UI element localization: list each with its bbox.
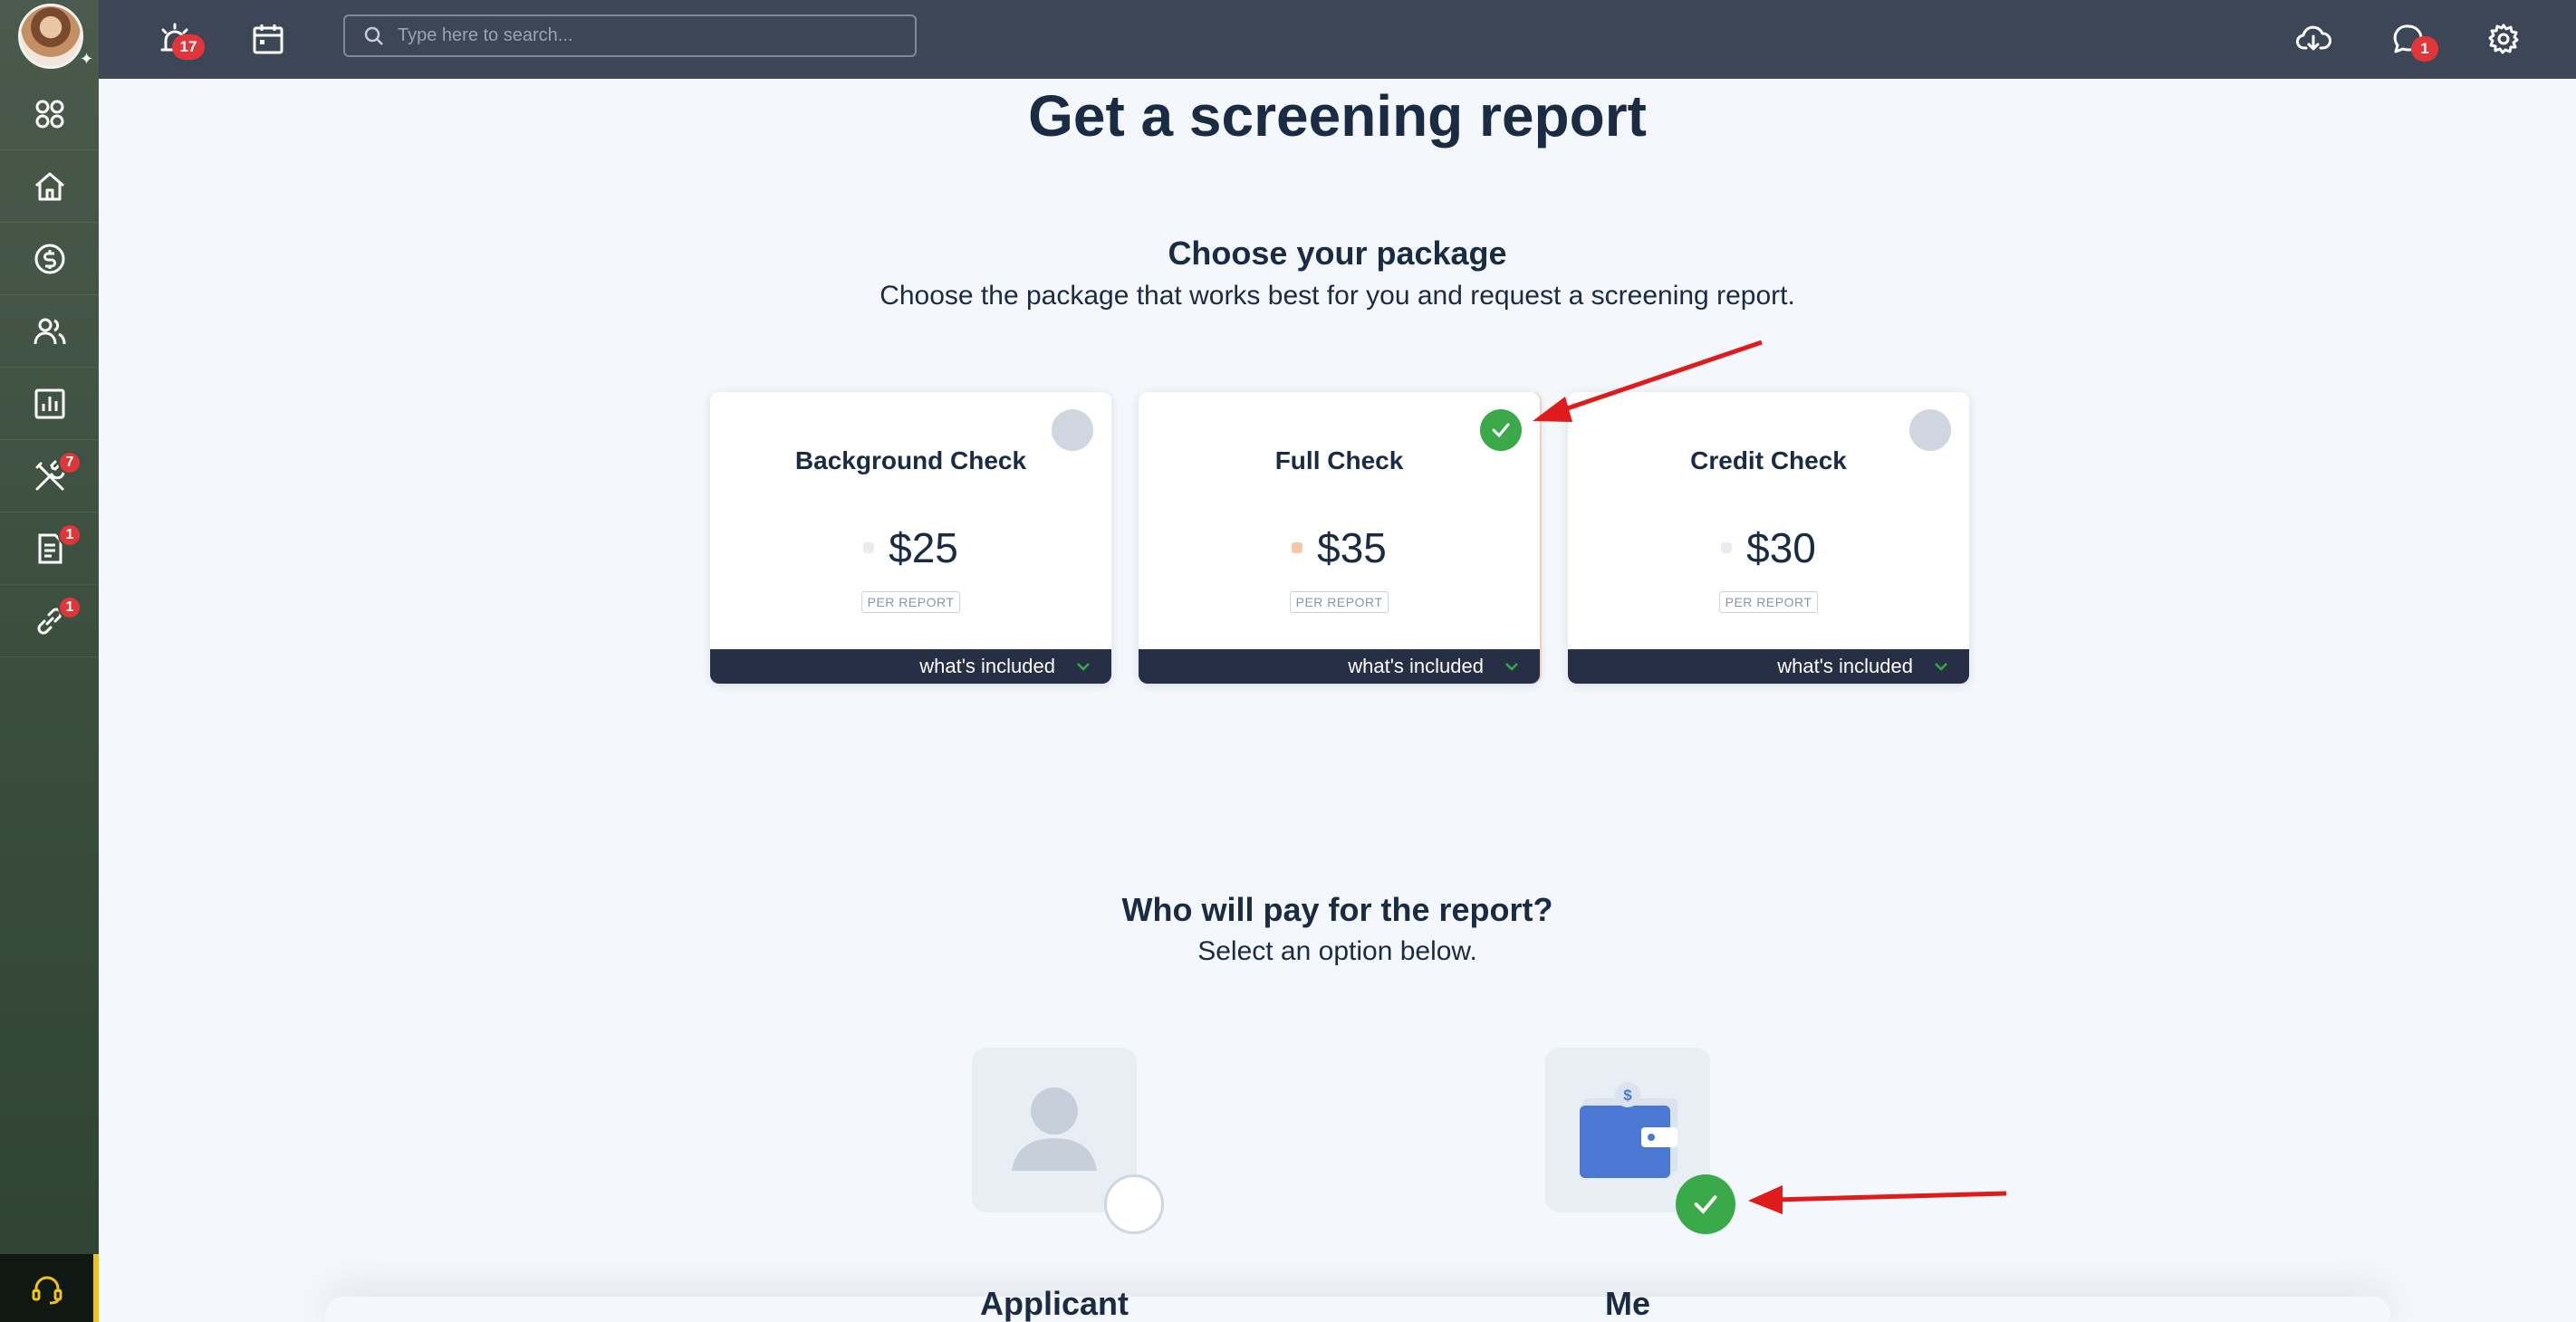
per-report-label: PER REPORT [1718,591,1819,613]
page-title: Get a screening report [1028,83,1647,148]
calendar-icon [253,24,284,54]
sidebar-item-home[interactable] [0,150,99,223]
links-badge: 1 [58,596,82,619]
package-card-credit[interactable]: Credit Check $30 PER REPORT what's inclu… [1568,392,1969,684]
main-content: Get a screening report Choose your packa… [99,79,2576,1322]
sidebar-item-links[interactable]: 1 [0,585,99,657]
payer-radio-applicant[interactable] [1104,1174,1164,1234]
whats-included-toggle[interactable]: what's included [1568,649,1969,684]
per-report-label: PER REPORT [1289,591,1389,613]
apps-grid-icon [35,100,63,128]
search-icon [364,26,383,45]
cloud-download-icon [2296,25,2331,51]
package-section-title: Choose your package [1168,235,1507,272]
download-button[interactable] [2291,16,2336,62]
check-icon [1694,1195,1717,1214]
dollar-circle-icon [34,244,64,273]
user-avatar[interactable] [18,4,83,69]
package-radio-full[interactable] [1480,409,1522,451]
chevron-down-icon [1077,663,1090,671]
people-icon [34,318,65,344]
bottom-panel-edge [325,1297,2390,1322]
messages-button[interactable]: 1 [2386,16,2438,62]
support-button[interactable] [0,1254,99,1322]
documents-badge: 1 [58,523,82,547]
search-input[interactable] [398,25,887,46]
sidebar-item-people[interactable] [0,295,99,368]
topbar: 17 1 [99,0,2576,79]
chevron-down-icon [1505,663,1518,671]
whats-included-toggle[interactable]: what's included [710,649,1111,684]
svg-text:$: $ [1623,1087,1632,1104]
package-title: Background Check [794,446,1027,474]
bar-chart-icon [34,388,64,418]
check-icon [1492,423,1510,438]
gear-icon [2488,24,2519,54]
messages-badge: 1 [2411,36,2438,62]
package-title: Credit Check [1690,446,1847,474]
alerts-badge: 17 [172,34,205,60]
package-price: $30 [1568,523,1969,572]
alerts-button[interactable]: 17 [152,16,205,62]
home-icon [34,172,64,200]
whats-included-toggle[interactable]: what's included [1139,649,1540,684]
package-radio-credit[interactable] [1909,409,1951,451]
search-box[interactable] [343,14,917,57]
package-card-full[interactable]: Full Check $35 PER REPORT what's include… [1139,392,1540,684]
per-report-label: PER REPORT [860,591,961,613]
sidebar-item-apps[interactable] [0,78,99,150]
pin-icon: ✦ [80,50,94,68]
package-section-subtitle: Choose the package that works best for y… [879,281,1795,311]
package-price: $25 [710,523,1111,572]
package-title: Full Check [1274,446,1404,474]
package-radio-background[interactable] [1052,409,1093,451]
sidebar-item-maintenance[interactable]: 7 [0,440,99,513]
payer-section-subtitle: Select an option below. [1197,936,1477,966]
chevron-down-icon [1935,663,1947,671]
sidebar-item-documents[interactable]: 1 [0,513,99,585]
sidebar-item-reports[interactable] [0,368,99,440]
calendar-button[interactable] [245,16,291,62]
payer-section-title: Who will pay for the report? [1121,891,1553,928]
payer-radio-me[interactable] [1676,1174,1735,1234]
settings-button[interactable] [2481,16,2526,62]
package-card-background[interactable]: Background Check $25 PER REPORT what's i… [710,392,1111,684]
sidebar-item-payments[interactable] [0,223,99,295]
maintenance-badge: 7 [58,451,82,474]
headset-icon [32,1276,62,1304]
package-price: $35 [1139,523,1540,572]
sidebar: ✦ 7 1 1 [0,0,99,1322]
